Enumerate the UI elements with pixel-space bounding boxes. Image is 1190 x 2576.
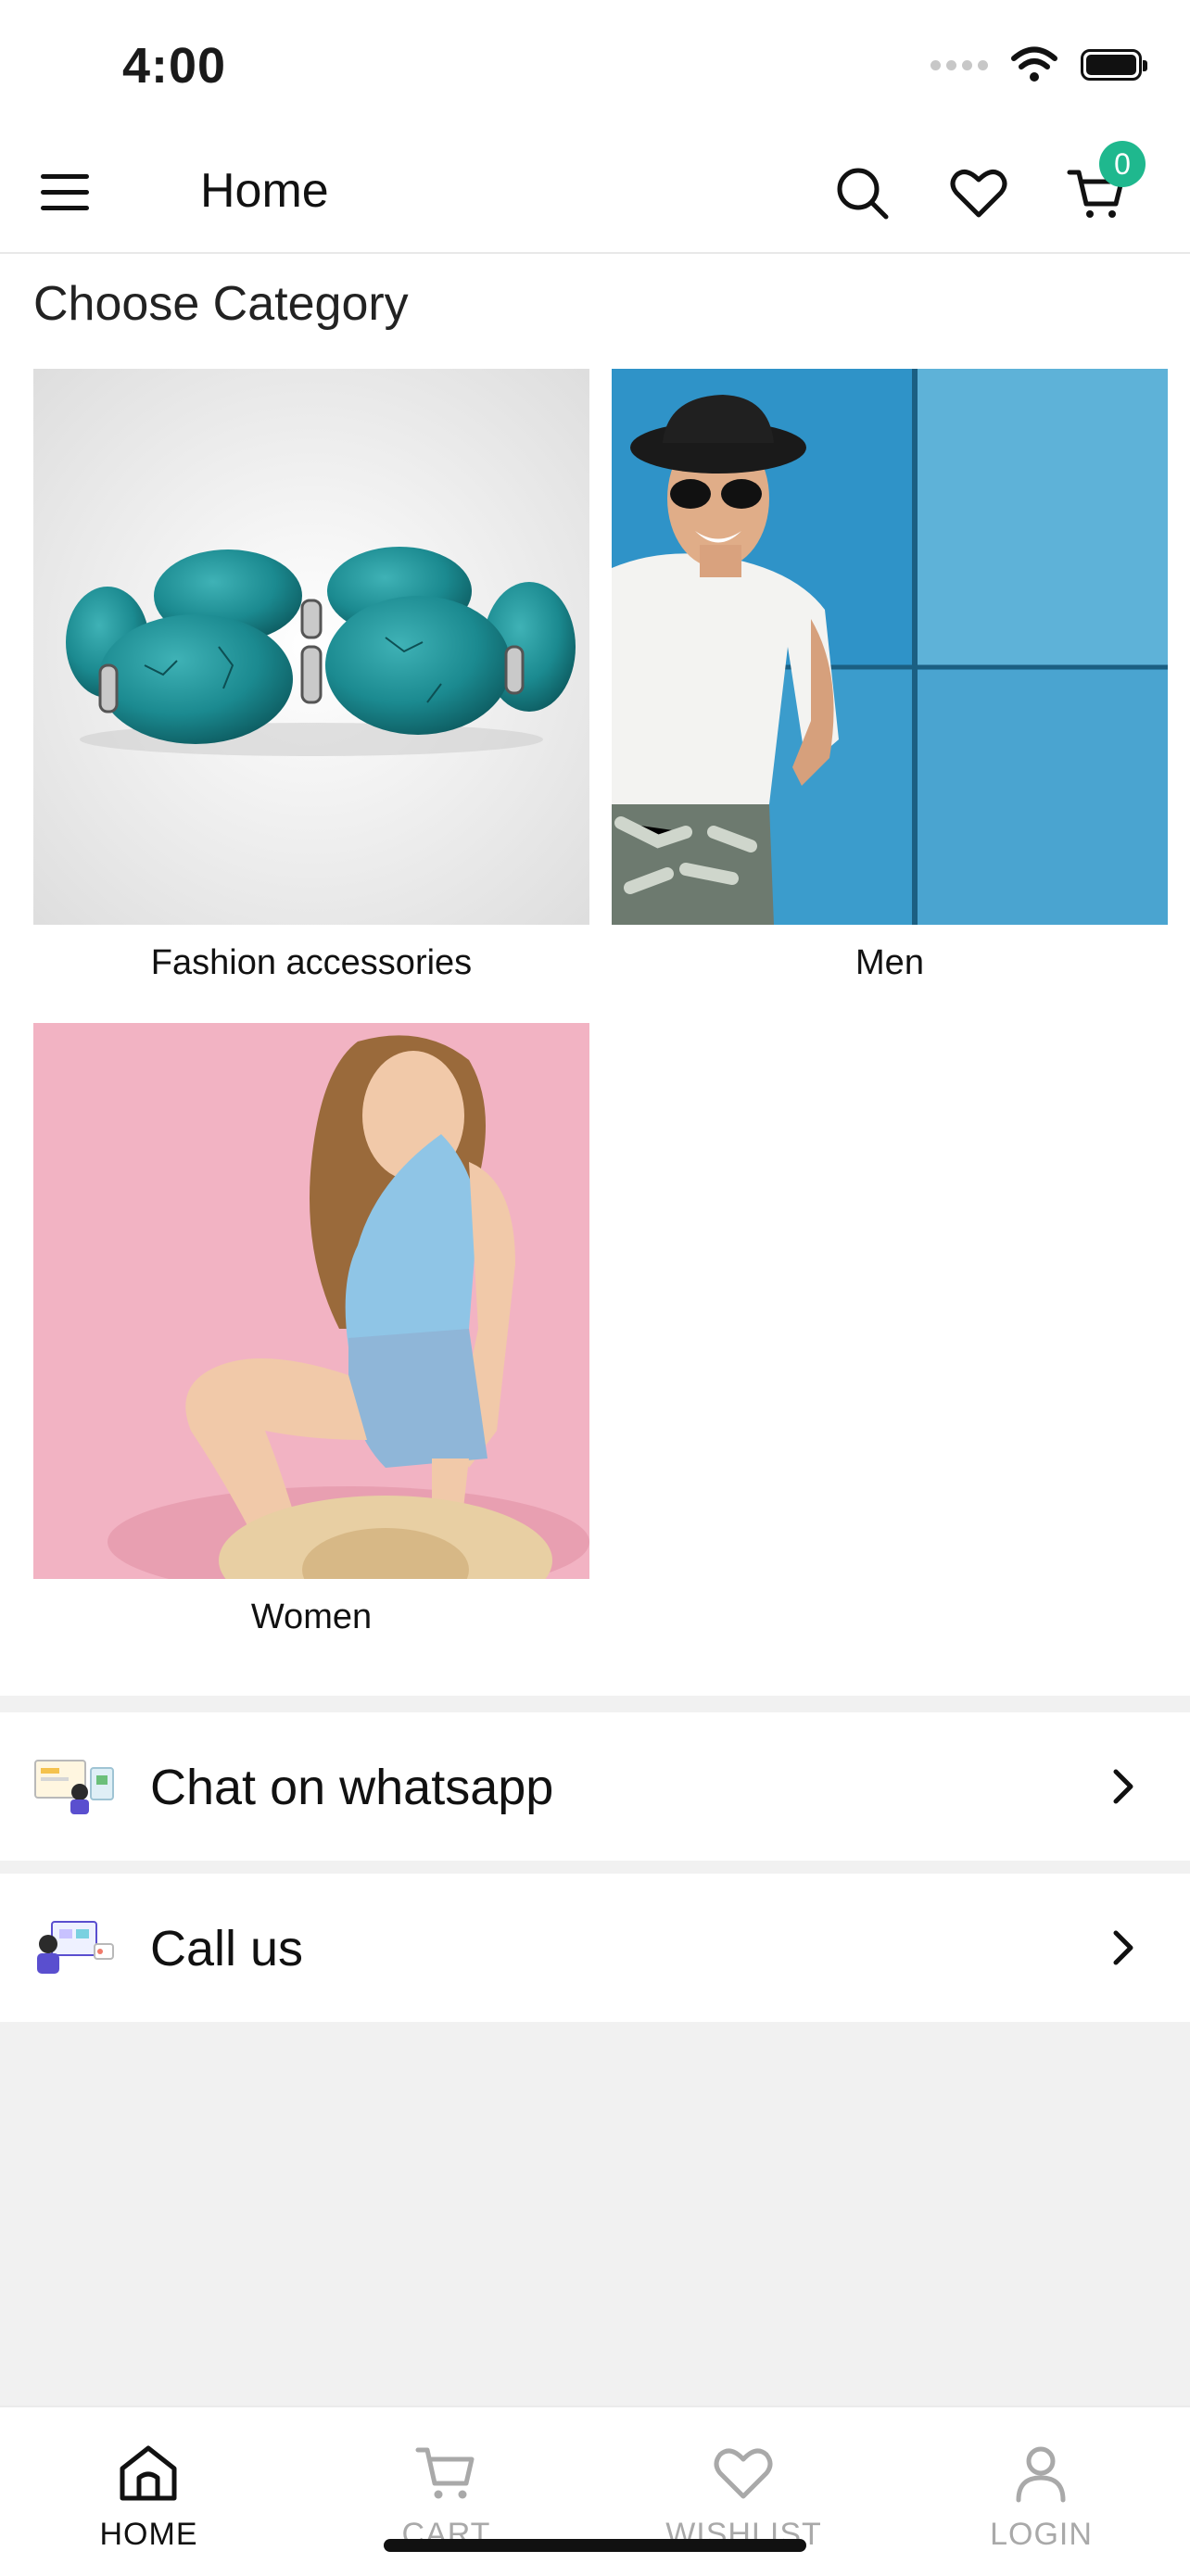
section-heading: Choose Category	[33, 277, 409, 331]
category-label: Men	[855, 943, 924, 982]
category-label: Fashion accessories	[150, 943, 473, 982]
battery-icon	[1081, 49, 1147, 81]
status-time: 4:00	[122, 38, 227, 94]
cart-count-badge: 0	[1099, 141, 1146, 187]
category-image-woman	[33, 1023, 589, 1579]
nav-item-login[interactable]: LOGIN	[892, 2407, 1190, 2576]
home-icon	[120, 2445, 177, 2501]
chat-illustration-icon	[34, 1760, 114, 1814]
nav-item-home[interactable]: HOME	[0, 2407, 298, 2576]
category-women[interactable]: Women	[33, 1023, 589, 1637]
home-indicator[interactable]	[384, 2539, 806, 2552]
status-indicators	[930, 46, 1147, 83]
page-title: Home	[200, 164, 329, 218]
heart-icon	[714, 2448, 773, 2499]
user-icon	[1016, 2446, 1066, 2503]
nav-label-home: HOME	[99, 2517, 198, 2552]
search-icon[interactable]	[832, 163, 892, 222]
cart-icon	[415, 2447, 475, 2499]
chevron-right-icon	[1113, 1930, 1133, 1965]
category-image-bracelet	[33, 369, 589, 925]
nav-label-login: LOGIN	[990, 2517, 1093, 2552]
call-illustration-icon	[37, 1921, 114, 1974]
menu-icon[interactable]	[41, 170, 93, 215]
chevron-right-icon	[1113, 1769, 1133, 1804]
wifi-icon	[1011, 46, 1057, 82]
category-image-man	[612, 369, 1168, 925]
call-us-label: Call us	[150, 1921, 304, 1976]
call-us-row[interactable]: Call us	[0, 1874, 1190, 2022]
cellular-signal-icon	[930, 59, 988, 70]
category-fashion-accessories[interactable]: Fashion accessories	[33, 369, 589, 983]
chat-whatsapp-row[interactable]: Chat on whatsapp	[0, 1712, 1190, 1861]
app-bar: Home	[0, 135, 1190, 254]
chat-whatsapp-label: Chat on whatsapp	[150, 1760, 554, 1815]
category-men[interactable]: Men	[612, 369, 1168, 983]
category-label: Women	[250, 1597, 373, 1636]
wishlist-heart-icon[interactable]	[949, 163, 1008, 222]
